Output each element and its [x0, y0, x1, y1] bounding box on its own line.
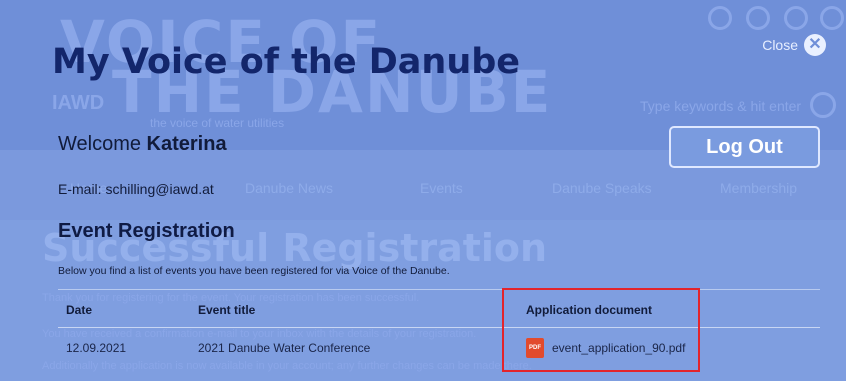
close-icon[interactable]: ✕ — [804, 34, 826, 56]
background-logo-abbrev: IAWD — [52, 92, 105, 114]
background-nav-item: Events — [420, 180, 463, 196]
table-divider — [58, 327, 820, 328]
event-registration-title: Event Registration — [58, 220, 235, 242]
background-social-icon — [820, 6, 844, 30]
background-social-icon — [784, 6, 808, 30]
close-label: Close — [762, 37, 798, 53]
welcome-message: Welcome Katerina — [58, 133, 227, 156]
welcome-prefix: Welcome — [58, 133, 147, 155]
table-divider — [58, 289, 820, 290]
background-text: Additionally the application is now avai… — [42, 360, 532, 372]
event-registration-description: Below you find a list of events you have… — [58, 265, 450, 277]
background-text: You have received a confirmation e-mail … — [42, 328, 477, 340]
highlight-box — [502, 288, 700, 372]
user-name: Katerina — [146, 133, 227, 155]
modal-title: My Voice of the Danube — [52, 42, 521, 82]
background-nav-item: Danube Speaks — [552, 180, 652, 196]
background-tagline: the voice of water utilities — [150, 116, 285, 130]
background-search-icon — [810, 92, 836, 118]
background-social-icon — [746, 6, 770, 30]
column-header-date: Date — [66, 303, 93, 317]
logout-button[interactable]: Log Out — [669, 126, 820, 168]
background-nav-item: Membership — [720, 180, 798, 196]
row-event-title: 2021 Danube Water Conference — [198, 341, 371, 355]
background-search-placeholder: Type keywords & hit enter — [640, 98, 802, 114]
row-date: 12.09.2021 — [66, 341, 127, 355]
column-header-event-title: Event title — [198, 303, 256, 317]
background-nav-item: Danube News — [245, 180, 333, 196]
close-button[interactable]: Close ✕ — [762, 34, 826, 56]
background-social-icon — [708, 6, 732, 30]
user-email: E-mail: schilling@iawd.at — [58, 181, 214, 197]
